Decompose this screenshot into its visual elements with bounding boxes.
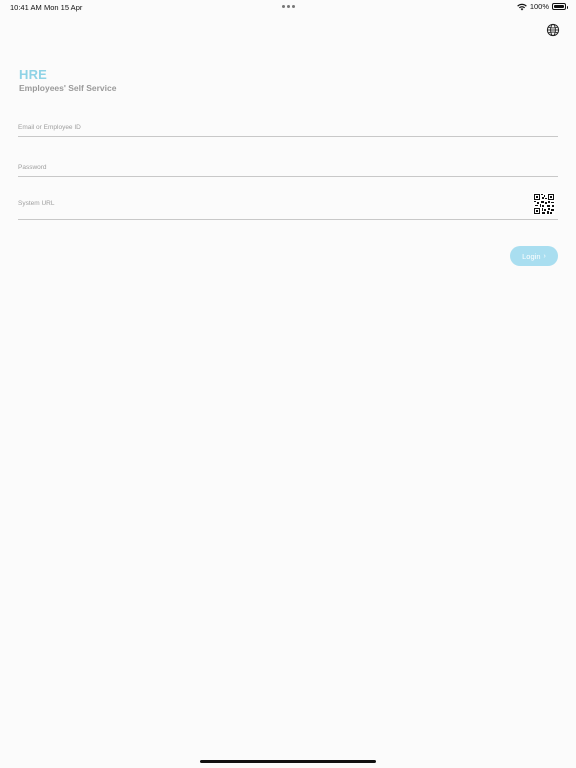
- wifi-icon: [517, 3, 527, 10]
- login-button-label: Login: [522, 251, 541, 261]
- email-field[interactable]: [18, 116, 558, 137]
- app-title: HRE: [19, 67, 48, 82]
- status-bar: 10:41 AM Mon 15 Apr 100%: [0, 0, 576, 14]
- status-time: 10:41 AM: [10, 3, 42, 12]
- globe-icon: [546, 23, 560, 37]
- system-url-input[interactable]: [18, 200, 518, 207]
- email-input[interactable]: [18, 124, 558, 131]
- battery-percentage: 100%: [529, 2, 549, 11]
- password-input[interactable]: [18, 164, 558, 171]
- app-subtitle: Employees' Self Service: [19, 83, 117, 93]
- qr-scan-button[interactable]: [533, 193, 555, 215]
- battery-icon: [552, 3, 568, 10]
- multitasking-dots-icon[interactable]: [282, 5, 295, 8]
- status-date: Mon 15 Apr: [44, 3, 83, 12]
- chevron-right-icon: ›: [543, 252, 546, 260]
- language-button[interactable]: [546, 23, 560, 37]
- system-url-field[interactable]: [18, 192, 558, 220]
- home-indicator[interactable]: [200, 760, 376, 763]
- login-button[interactable]: Login ›: [510, 246, 558, 266]
- password-field[interactable]: [18, 156, 558, 177]
- status-right: 100%: [517, 2, 568, 11]
- qr-code-icon: [533, 193, 555, 215]
